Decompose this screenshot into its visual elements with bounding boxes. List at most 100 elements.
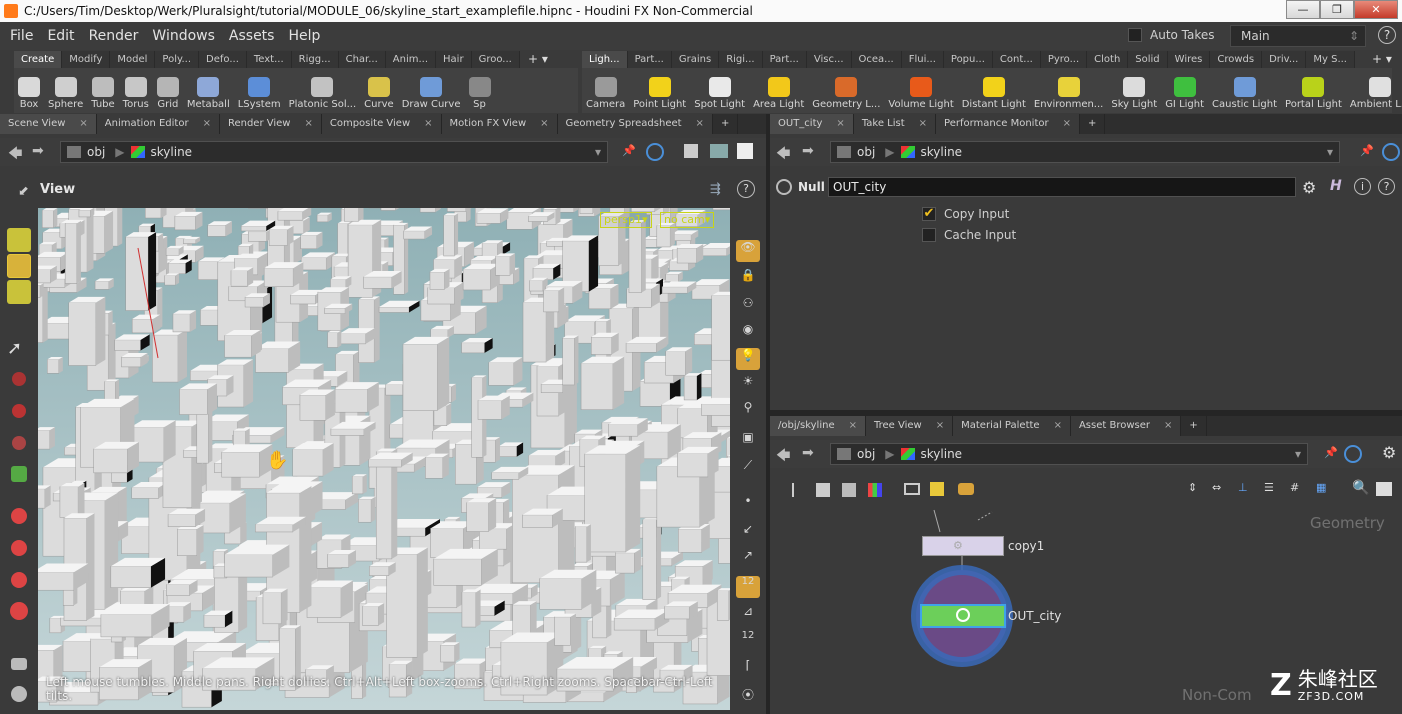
shelf-tab-0[interactable]: Create — [14, 51, 63, 68]
path-crumb-obj[interactable]: obj — [61, 145, 115, 159]
view-tools-icon[interactable]: ⇶ — [710, 182, 721, 197]
shading-icon[interactable]: ◉ — [736, 322, 760, 344]
maximize-pane-icon[interactable] — [737, 143, 753, 159]
shelf-tool-10[interactable]: Caustic Light — [1212, 77, 1277, 113]
menu-edit[interactable]: Edit — [47, 28, 74, 44]
corner-icon[interactable]: ⌈ — [736, 658, 760, 680]
shelf-tool-6[interactable]: LSystem — [238, 77, 281, 113]
camera-menu[interactable]: persp1▾ — [600, 212, 652, 228]
pane-tab-2[interactable]: Performance Monitor × — [936, 114, 1080, 134]
net-pin-icon[interactable]: 📌 — [1324, 446, 1338, 459]
point-numbers-icon[interactable]: 12 — [736, 576, 760, 598]
normal-icon[interactable]: ↙ — [736, 522, 760, 544]
param-info-icon[interactable]: i — [1354, 178, 1371, 195]
tab-close-icon[interactable]: × — [1164, 416, 1172, 436]
net-crumb-skyline[interactable]: skyline — [895, 447, 973, 461]
zoom-icon[interactable]: 🔍 — [1352, 480, 1369, 496]
shelf-tool-5[interactable]: Volume Light — [888, 77, 954, 113]
param-link-icon[interactable] — [1382, 143, 1400, 161]
forward-arrow-icon[interactable]: ➡ — [32, 143, 44, 159]
shelf-tab-1[interactable]: Modify — [62, 51, 111, 68]
shelf-tool-3[interactable]: Area Light — [753, 77, 804, 113]
back-arrow-icon[interactable]: 🡄 — [8, 143, 22, 167]
pin-icon[interactable]: 📌 — [622, 144, 636, 157]
shelf-tab-1[interactable]: Part... — [627, 51, 672, 68]
distribute-icon[interactable]: ☰ — [1264, 481, 1274, 494]
menu-render[interactable]: Render — [89, 28, 139, 44]
tab-close-icon[interactable]: × — [696, 114, 704, 134]
shelf-tab-3[interactable]: Rigi... — [719, 51, 763, 68]
take-selector[interactable]: Main ⇕ — [1230, 25, 1366, 47]
pose-tool-icon[interactable] — [11, 466, 27, 482]
param-path-dropdown-icon[interactable]: ▾ — [1327, 145, 1333, 159]
shelf-tab-6[interactable]: Rigg... — [291, 51, 339, 68]
display-options-icon[interactable] — [684, 144, 698, 158]
shelf-tool-8[interactable]: Sky Light — [1111, 77, 1157, 113]
shelf-tool-8[interactable]: Curve — [364, 77, 394, 113]
tab-close-icon[interactable]: × — [936, 416, 944, 436]
tab-close-icon[interactable]: × — [424, 114, 432, 134]
snap-icon[interactable]: ⊿ — [736, 604, 760, 626]
tab-close-icon[interactable]: × — [203, 114, 211, 134]
shelf-tool-2[interactable]: Spot Light — [694, 77, 745, 113]
shelf-tool-2[interactable]: Tube — [91, 77, 115, 113]
param-gear-icon[interactable]: ⚙ — [1302, 178, 1316, 197]
add-tab-icon[interactable]: + — [1181, 416, 1207, 436]
param-hda-icon[interactable]: H — [1330, 178, 1342, 194]
shelf-tab-7[interactable]: Flui... — [901, 51, 944, 68]
vector-icon[interactable]: ↗ — [736, 548, 760, 570]
shelf-tool-4[interactable]: Geometry L... — [812, 77, 880, 113]
param-crumb-skyline[interactable]: skyline — [895, 145, 973, 159]
shelf-tool-10[interactable]: Sp — [468, 77, 491, 113]
snap-grid-icon[interactable]: # — [1290, 481, 1299, 494]
close-button[interactable]: ✕ — [1354, 0, 1398, 19]
net-back-arrow-icon[interactable]: 🡄 — [776, 445, 790, 469]
show-grid-icon[interactable]: ▦ — [1316, 481, 1326, 494]
copy1-node[interactable]: ⚙ — [922, 536, 1004, 556]
shelf-tool-7[interactable]: Platonic Sol... — [289, 77, 356, 113]
tab-close-icon[interactable]: × — [1054, 416, 1062, 436]
cache-input-checkbox[interactable] — [922, 228, 936, 242]
transform-tool-icon[interactable] — [7, 254, 31, 278]
shelf-tab-3[interactable]: Poly... — [155, 51, 200, 68]
menu-file[interactable]: File — [10, 28, 33, 44]
shelf-tool-1[interactable]: Sphere — [48, 77, 83, 113]
magnet-tool-icon-3[interactable] — [11, 572, 27, 588]
lighting-icon[interactable]: 💡 — [736, 348, 760, 370]
shelf-tab-8[interactable]: Anim... — [385, 51, 437, 68]
paint-tool-icon[interactable] — [12, 404, 26, 418]
net-link-icon[interactable] — [1344, 445, 1362, 463]
camera-tool-icon[interactable] — [11, 658, 27, 670]
align-icon[interactable]: ⊥ — [1238, 481, 1248, 494]
network-path-field[interactable]: obj ▶ skyline ▾ — [830, 443, 1308, 465]
handle-tool-icon[interactable] — [7, 280, 31, 304]
shelf-tab-2[interactable]: Model — [110, 51, 156, 68]
auto-takes-toggle[interactable]: Auto Takes — [1128, 28, 1215, 42]
tab-close-icon[interactable]: × — [79, 114, 87, 134]
color-palette-icon[interactable] — [868, 483, 882, 497]
menu-help[interactable]: Help — [288, 28, 320, 44]
pane-tab-1[interactable]: Take List × — [853, 114, 937, 134]
shelf-tab-11[interactable]: Cloth — [1087, 51, 1129, 68]
view-help-icon[interactable]: ? — [737, 180, 755, 198]
net-forward-arrow-icon[interactable]: ➡ — [802, 445, 814, 461]
shelf-tab-6[interactable]: Ocea... — [851, 51, 902, 68]
shelf-tool-1[interactable]: Point Light — [633, 77, 686, 113]
pane-tab-0[interactable]: /obj/skyline × — [770, 416, 866, 436]
shelf-tool-0[interactable]: Camera — [586, 77, 625, 113]
link-icon[interactable] — [646, 143, 664, 161]
tab-close-icon[interactable]: × — [919, 114, 927, 134]
shelf-tab-9[interactable]: Cont... — [992, 51, 1041, 68]
select-tool-icon[interactable] — [7, 228, 31, 252]
param-crumb-obj[interactable]: obj — [831, 145, 885, 159]
shelf-tab-15[interactable]: Driv... — [1262, 51, 1307, 68]
subnet-icon[interactable] — [958, 483, 974, 495]
layout-vertical-icon[interactable]: ⇕ — [1188, 481, 1197, 494]
shelf-tab-5[interactable]: Visc... — [806, 51, 852, 68]
grid-view-icon[interactable] — [842, 483, 856, 497]
shelf-tab-4[interactable]: Part... — [762, 51, 807, 68]
shelf-tab-14[interactable]: Crowds — [1210, 51, 1263, 68]
shelf-tool-4[interactable]: Grid — [156, 77, 179, 113]
path-dropdown-icon[interactable]: ▾ — [595, 145, 601, 159]
shelf-tool-0[interactable]: Box — [18, 77, 40, 113]
